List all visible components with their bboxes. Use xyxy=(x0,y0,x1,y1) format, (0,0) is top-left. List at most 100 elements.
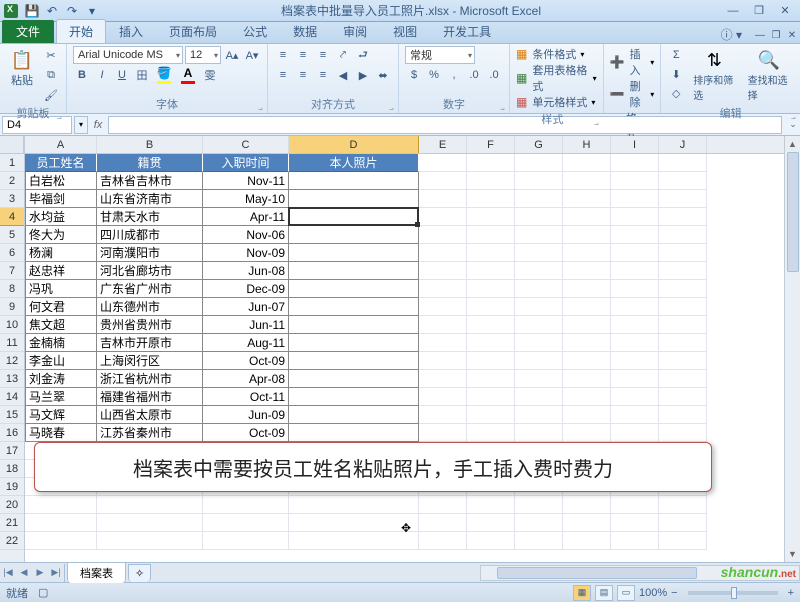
grid[interactable]: ABCDEFGHIJ 员工姓名籍贯入职时间本人照片白岩松吉林省吉林市Nov-11… xyxy=(25,136,784,562)
column-header[interactable]: B xyxy=(97,136,203,153)
cell[interactable] xyxy=(289,298,419,316)
ribbon-help-icon[interactable]: ⓘ ▾ xyxy=(715,26,748,43)
minimize-button[interactable]: — xyxy=(722,3,744,19)
cell[interactable] xyxy=(419,244,467,262)
cell[interactable] xyxy=(203,496,289,514)
cell[interactable] xyxy=(467,262,515,280)
sheet-last-icon[interactable]: ▶| xyxy=(48,564,64,582)
cell[interactable] xyxy=(289,496,419,514)
column-header[interactable]: A xyxy=(25,136,97,153)
cell[interactable] xyxy=(97,496,203,514)
cell[interactable] xyxy=(515,244,563,262)
cell[interactable] xyxy=(611,352,659,370)
cell[interactable] xyxy=(289,424,419,442)
cell[interactable] xyxy=(467,532,515,550)
cell[interactable] xyxy=(467,172,515,190)
cell[interactable] xyxy=(419,154,467,172)
cell[interactable] xyxy=(563,406,611,424)
row-header[interactable]: 19 xyxy=(0,478,24,496)
cell[interactable]: Aug-11 xyxy=(203,334,289,352)
close-button[interactable]: ✕ xyxy=(774,3,796,19)
cell[interactable] xyxy=(659,370,707,388)
cell[interactable] xyxy=(515,334,563,352)
cell[interactable] xyxy=(467,496,515,514)
row-header[interactable]: 1 xyxy=(0,154,24,172)
cell[interactable] xyxy=(419,226,467,244)
cell[interactable] xyxy=(419,532,467,550)
cell[interactable]: 白岩松 xyxy=(25,172,97,190)
cell[interactable]: Oct-11 xyxy=(203,388,289,406)
phonetic-icon[interactable]: 雯 xyxy=(201,66,219,84)
cell[interactable] xyxy=(611,226,659,244)
row-header[interactable]: 14 xyxy=(0,388,24,406)
cell[interactable]: Nov-09 xyxy=(203,244,289,262)
align-center-icon[interactable]: ≡ xyxy=(294,66,312,84)
cell[interactable]: 贵州省贵州市 xyxy=(97,316,203,334)
cell[interactable] xyxy=(467,154,515,172)
align-bottom-icon[interactable]: ≡ xyxy=(314,46,332,64)
cell[interactable] xyxy=(563,316,611,334)
cell[interactable] xyxy=(419,370,467,388)
number-format-combo[interactable]: 常规 xyxy=(405,46,475,64)
cell[interactable] xyxy=(659,316,707,334)
italic-button[interactable]: I xyxy=(93,66,111,84)
scroll-thumb[interactable] xyxy=(787,152,799,272)
clear-icon[interactable]: ◇ xyxy=(667,84,685,102)
cell[interactable]: 本人照片 xyxy=(289,154,419,172)
cell[interactable] xyxy=(515,496,563,514)
cell[interactable] xyxy=(289,388,419,406)
cell[interactable] xyxy=(515,208,563,226)
copy-icon[interactable]: ⧉ xyxy=(42,66,60,84)
cell[interactable] xyxy=(563,208,611,226)
indent-increase-icon[interactable]: ▶ xyxy=(354,66,372,84)
cell[interactable]: 广东省广州市 xyxy=(97,280,203,298)
cell[interactable] xyxy=(659,190,707,208)
cell[interactable]: 四川成都市 xyxy=(97,226,203,244)
row-header[interactable]: 13 xyxy=(0,370,24,388)
cell[interactable] xyxy=(467,226,515,244)
cell[interactable] xyxy=(563,352,611,370)
cell[interactable] xyxy=(515,262,563,280)
hscroll-thumb[interactable] xyxy=(497,567,697,579)
sheet-next-icon[interactable]: ▶ xyxy=(32,564,48,582)
percent-icon[interactable]: % xyxy=(425,66,443,84)
cell[interactable] xyxy=(467,190,515,208)
cell[interactable] xyxy=(467,514,515,532)
cell[interactable] xyxy=(611,388,659,406)
column-header[interactable]: E xyxy=(419,136,467,153)
row-header[interactable]: 15 xyxy=(0,406,24,424)
cell[interactable] xyxy=(611,406,659,424)
column-header[interactable]: D xyxy=(289,136,419,153)
cell[interactable] xyxy=(611,370,659,388)
paste-button[interactable]: 📋 粘贴 xyxy=(6,46,38,90)
cell[interactable]: 毕福剑 xyxy=(25,190,97,208)
zoom-in-button[interactable]: + xyxy=(788,587,794,599)
underline-button[interactable]: U xyxy=(113,66,131,84)
cell[interactable] xyxy=(515,370,563,388)
border-button[interactable]: 田 xyxy=(133,66,151,84)
cell[interactable] xyxy=(659,352,707,370)
cell[interactable] xyxy=(419,388,467,406)
cell[interactable]: Dec-09 xyxy=(203,280,289,298)
cell[interactable]: 籍贯 xyxy=(97,154,203,172)
cell[interactable] xyxy=(25,514,97,532)
row-header[interactable]: 9 xyxy=(0,298,24,316)
cell[interactable] xyxy=(467,298,515,316)
tab-view[interactable]: 视图 xyxy=(380,19,430,43)
cell[interactable]: 马晓春 xyxy=(25,424,97,442)
zoom-thumb[interactable] xyxy=(731,587,737,599)
cell[interactable] xyxy=(289,514,419,532)
currency-icon[interactable]: $ xyxy=(405,66,423,84)
cell[interactable] xyxy=(563,154,611,172)
cell[interactable]: 金楠楠 xyxy=(25,334,97,352)
cell[interactable] xyxy=(611,334,659,352)
cell[interactable] xyxy=(659,514,707,532)
qat-dropdown-icon[interactable]: ▾ xyxy=(84,3,100,19)
cell[interactable] xyxy=(289,370,419,388)
cell[interactable] xyxy=(289,226,419,244)
cell[interactable] xyxy=(97,514,203,532)
cell[interactable] xyxy=(659,244,707,262)
tab-home[interactable]: 开始 xyxy=(56,19,106,43)
tab-formulas[interactable]: 公式 xyxy=(230,19,280,43)
cell[interactable] xyxy=(515,532,563,550)
